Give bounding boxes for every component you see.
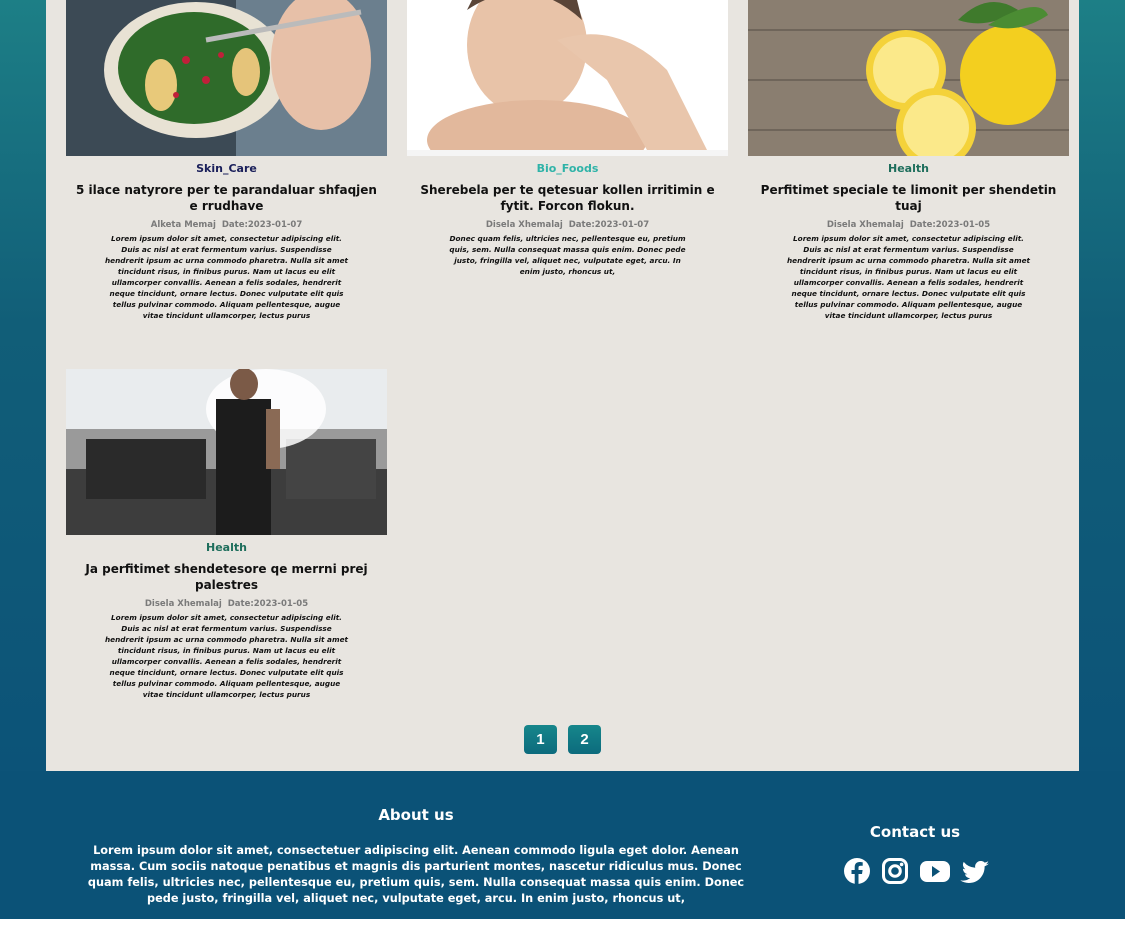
page-1-button[interactable]: 1 — [523, 725, 557, 754]
article-category[interactable]: Bio_Foods — [407, 162, 728, 176]
gym-image[interactable] — [66, 369, 387, 535]
articles-panel: Skin_Care 5 ilace natyrore per te parand… — [46, 0, 1079, 771]
article-meta: Disela Xhemalaj Date:2023-01-05 — [748, 220, 1069, 231]
article-category[interactable]: Skin_Care — [66, 162, 387, 176]
article-date: Date:2023-01-05 — [227, 599, 309, 609]
article-excerpt: Lorem ipsum dolor sit amet, consectetur … — [104, 613, 349, 699]
article-excerpt: Lorem ipsum dolor sit amet, consectetur … — [786, 234, 1031, 320]
article-card[interactable]: Bio_Foods Sherebela per te qetesuar koll… — [407, 0, 728, 277]
article-card[interactable]: Health Perfitimet speciale te limonit pe… — [748, 0, 1069, 321]
article-category[interactable]: Health — [66, 541, 387, 555]
article-author: Disela Xhemalaj — [144, 599, 222, 609]
article-author: Disela Xhemalaj — [485, 220, 563, 230]
lemons-image[interactable] — [748, 0, 1069, 156]
article-date: Date:2023-01-05 — [909, 220, 991, 230]
page-2-button[interactable]: 2 — [568, 725, 602, 754]
contact-title: Contact us — [869, 823, 961, 841]
about-title: About us — [378, 806, 454, 824]
article-card[interactable]: Skin_Care 5 ilace natyrore per te parand… — [66, 0, 387, 321]
facebook-icon[interactable] — [842, 855, 872, 887]
article-date: Date:2023-01-07 — [221, 220, 303, 230]
instagram-icon[interactable] — [880, 855, 910, 887]
article-excerpt: Donec quam felis, ultricies nec, pellent… — [449, 234, 686, 276]
article-title[interactable]: Ja perfitimet shendetesore qe merrni pre… — [74, 561, 379, 593]
article-date: Date:2023-01-07 — [568, 220, 650, 230]
article-excerpt: Lorem ipsum dolor sit amet, consectetur … — [104, 234, 349, 320]
article-meta: Alketa Memaj Date:2023-01-07 — [66, 220, 387, 231]
woman-face-image[interactable] — [407, 0, 728, 156]
pagination: 1 2 — [46, 725, 1079, 754]
article-category[interactable]: Health — [748, 162, 1069, 176]
article-title[interactable]: Sherebela per te qetesuar kollen irritim… — [415, 182, 720, 214]
salad-image[interactable] — [66, 0, 387, 156]
article-author: Disela Xhemalaj — [826, 220, 904, 230]
article-title[interactable]: 5 ilace natyrore per te parandaluar shfa… — [74, 182, 379, 214]
twitter-icon[interactable] — [959, 855, 991, 887]
article-meta: Disela Xhemalaj Date:2023-01-07 — [407, 220, 728, 231]
article-title[interactable]: Perfitimet speciale te limonit per shend… — [756, 182, 1061, 214]
article-card[interactable]: Health Ja perfitimet shendetesore qe mer… — [66, 369, 387, 700]
article-author: Alketa Memaj — [150, 220, 216, 230]
article-meta: Disela Xhemalaj Date:2023-01-05 — [66, 599, 387, 610]
bottom-bar — [0, 919, 1125, 926]
about-text: Lorem ipsum dolor sit amet, consectetuer… — [87, 844, 745, 905]
youtube-icon[interactable] — [918, 855, 952, 887]
